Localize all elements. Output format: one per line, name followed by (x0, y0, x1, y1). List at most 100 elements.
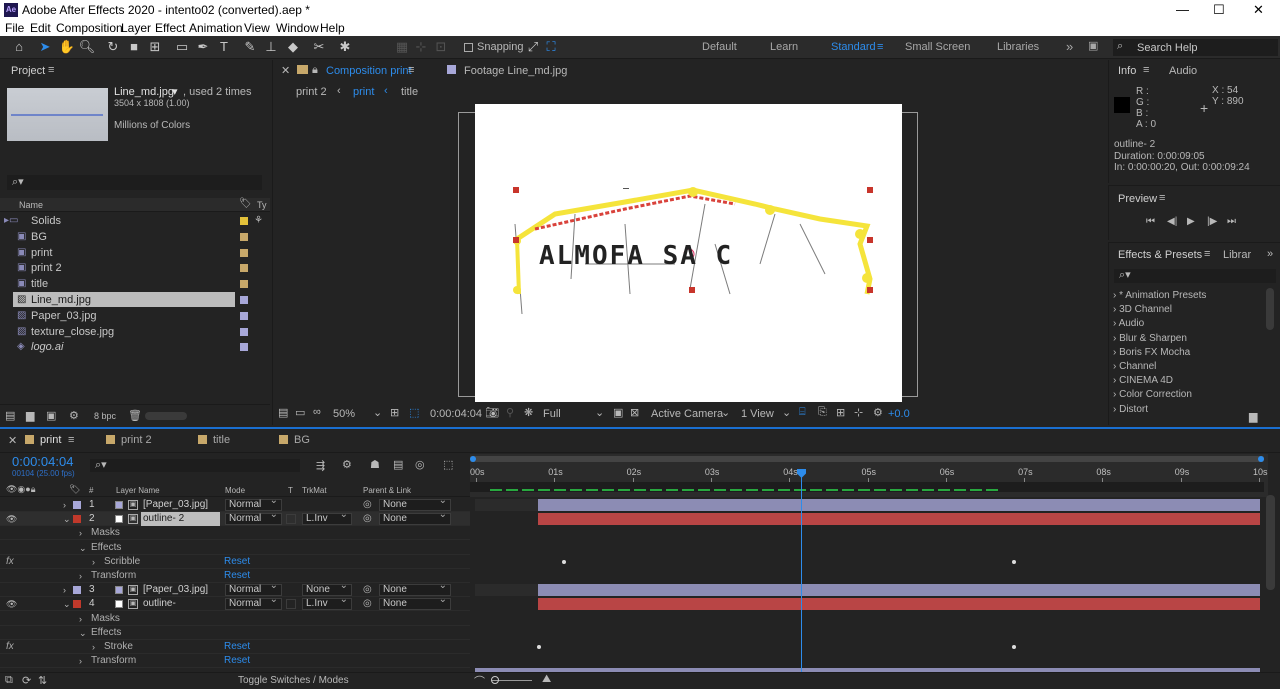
timeline-vertical-scrollbar[interactable] (1266, 495, 1275, 590)
snapping-checkbox[interactable] (464, 43, 473, 52)
effects-tab[interactable]: Effects & Presets (1118, 249, 1202, 261)
label-color-chip[interactable] (240, 232, 248, 241)
exposure-reset-icon[interactable]: ⚙ (873, 406, 883, 419)
expand-chevron-icon[interactable]: ⌄ (79, 626, 87, 640)
crumb-print-2[interactable]: print 2 (296, 86, 327, 98)
chevron-down-icon[interactable]: ⌄ (782, 406, 791, 419)
comp-canvas[interactable]: ALMOFA SA C (475, 104, 902, 402)
info-menu-icon[interactable]: ≡ (1143, 64, 1149, 76)
expand-chevron-icon[interactable]: › (63, 498, 66, 512)
chevron-down-icon[interactable]: ⌄ (721, 406, 730, 419)
zoom-slider-thumb[interactable] (491, 676, 499, 684)
layer-duration-bar[interactable] (538, 598, 1260, 611)
label-color-chip[interactable] (240, 343, 248, 352)
timeline-search-input[interactable]: ⌕▾ (90, 459, 300, 472)
project-list-item[interactable]: ▨ texture_close.jpg (0, 324, 270, 340)
home-icon[interactable]: ⌂ (10, 39, 28, 55)
project-list-item[interactable]: ◈ logo.ai (0, 339, 270, 355)
label-color-chip[interactable] (240, 296, 248, 304)
expand-chevron-icon[interactable]: › (63, 583, 66, 597)
axis-local-icon[interactable]: ▦ (393, 39, 411, 55)
track-matte-dropdown[interactable]: L.Inv (302, 595, 352, 611)
interpret-footage-icon[interactable]: ▤ (5, 409, 15, 422)
project-list-item[interactable]: ▨ Line_md.jpg (0, 292, 270, 308)
close-tab-icon[interactable]: ✕ (281, 64, 290, 77)
comp-menu-icon[interactable]: ≡ (408, 64, 414, 76)
timeline-tab[interactable]: BG (294, 434, 310, 446)
layer-name[interactable]: outline- (141, 597, 178, 611)
reset-link[interactable]: Reset (224, 555, 250, 569)
show-snapshot-icon[interactable]: ⚲ (506, 406, 514, 419)
expand-chevron-icon[interactable]: › (79, 654, 82, 668)
project-search-input[interactable]: ⌕▾ (7, 175, 262, 190)
menu-file[interactable]: File (5, 21, 24, 35)
project-menu-icon[interactable]: ≡ (48, 64, 54, 76)
layer-duration-bar[interactable] (538, 499, 1260, 511)
layer-duration-bar[interactable] (538, 513, 1260, 526)
last-frame-icon[interactable]: ⏭ (1227, 216, 1236, 227)
project-list-item[interactable]: ▣ BG (0, 229, 270, 245)
col-parent[interactable]: Parent & Link (363, 486, 411, 495)
label-column-icon[interactable]: 🏷 (69, 484, 80, 495)
timeline-icon[interactable]: ⊞ (836, 406, 845, 419)
expand-chevron-icon[interactable]: › (92, 640, 95, 654)
project-settings-icon[interactable]: ⚙ (69, 409, 79, 422)
axis-view-icon[interactable]: ⊡ (432, 39, 450, 55)
project-list-item[interactable]: ▨ Paper_03.jpg (0, 308, 270, 324)
playhead[interactable] (801, 469, 802, 681)
vr-icon[interactable]: ∞ (313, 406, 321, 418)
camera-view-dropdown[interactable]: Active Camera (651, 408, 723, 420)
zoom-out-icon[interactable]: ⌒ (474, 673, 485, 689)
label-color-chip[interactable] (240, 280, 248, 289)
parent-dropdown[interactable]: None (379, 595, 451, 611)
motion-blur-icon[interactable]: ◎ (415, 458, 425, 471)
maximize-button[interactable]: ☐ (1213, 2, 1225, 18)
workspace-small-screen[interactable]: Small Screen (905, 41, 970, 53)
hand-tool-icon[interactable]: ✋ (58, 39, 76, 55)
timeline-tab[interactable]: print (40, 434, 61, 446)
reset-link[interactable]: Reset (224, 640, 250, 654)
fx-icon[interactable]: fx (6, 555, 14, 569)
timeline-tab[interactable]: title (213, 434, 230, 446)
search-help-field[interactable]: ⌕ Search Help (1113, 39, 1278, 56)
audio-tab[interactable]: Audio (1169, 65, 1197, 77)
project-list-item[interactable]: ▸▭ Solids ⚘ (0, 213, 270, 229)
crumb-print[interactable]: print (353, 86, 374, 98)
layer-name[interactable]: [Paper_03.jpg] (141, 498, 210, 512)
view-layout-dropdown[interactable]: 1 View (741, 408, 774, 420)
label-color-chip[interactable] (240, 248, 248, 257)
preview-tab[interactable]: Preview (1118, 193, 1157, 205)
preview-menu-icon[interactable]: ≡ (1159, 192, 1165, 204)
menu-composition[interactable]: Composition (56, 21, 123, 35)
usage-dropdown-icon[interactable]: ▾ (172, 85, 178, 98)
lock-icon[interactable]: 🔒︎ (312, 64, 318, 77)
snap-feature-icon[interactable]: ⛶ (542, 39, 560, 55)
column-type[interactable]: Ty (257, 200, 267, 210)
layer-name[interactable]: [Paper_03.jpg] (141, 583, 210, 597)
preserve-transparency-checkbox[interactable] (286, 599, 296, 610)
layer-label-chip[interactable] (73, 586, 81, 595)
expand-chevron-icon[interactable]: › (79, 526, 82, 540)
zoom-tool-icon[interactable]: 🔍︎ (78, 39, 96, 55)
label-color-chip[interactable] (240, 217, 248, 225)
workspace-standard[interactable]: Standard (831, 41, 876, 53)
zoom-in-icon[interactable]: ⛰ (542, 673, 551, 686)
new-folder-icon[interactable]: ▆ (26, 409, 34, 422)
column-name[interactable]: Name (19, 200, 43, 210)
eye-icon[interactable]: 👁 (6, 512, 17, 526)
effects-category[interactable]: › Distort (1113, 403, 1263, 419)
comp-mini-flowchart-icon[interactable]: ⇶ (316, 459, 325, 472)
mask-visibility-icon[interactable]: ⬚ (409, 406, 419, 419)
preserve-transparency-checkbox[interactable] (286, 514, 296, 525)
keyframe[interactable] (1012, 559, 1016, 564)
expand-chevron-icon[interactable]: ⌄ (79, 541, 87, 555)
reset-link[interactable]: Reset (224, 654, 250, 668)
layer-name[interactable]: outline- 2 (141, 512, 220, 527)
timeline-current-time[interactable]: 0:00:04:04 (12, 454, 73, 469)
draft-3d-icon[interactable]: ⚙ (342, 458, 352, 471)
expand-chevron-icon[interactable]: › (92, 555, 95, 569)
selection-tool-icon[interactable]: ➤ (36, 39, 54, 55)
project-tab[interactable]: Project (11, 65, 45, 77)
col-t[interactable]: T (288, 486, 293, 495)
workspace-libraries[interactable]: Libraries (997, 41, 1039, 53)
